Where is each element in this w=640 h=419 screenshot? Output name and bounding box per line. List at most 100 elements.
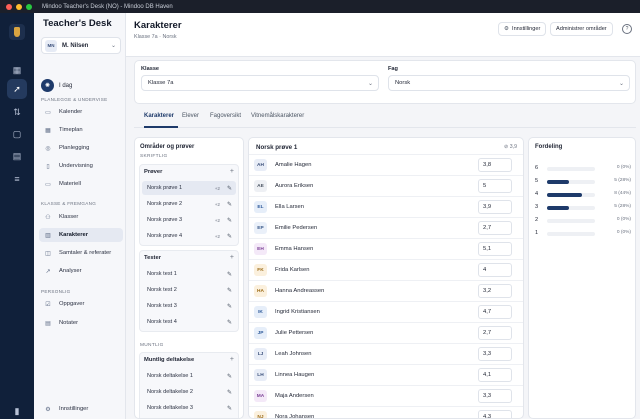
window-controls[interactable] bbox=[6, 3, 32, 10]
sidebar-item-kalender[interactable]: ▭ Kalender bbox=[39, 105, 123, 119]
chat-icon: ◫ bbox=[45, 250, 51, 257]
sliders-icon[interactable]: ≡ bbox=[7, 169, 27, 189]
tab-vitnemalskarakterer[interactable]: Vitnemålskarakterer bbox=[251, 113, 304, 119]
grade-input[interactable]: 3,3 bbox=[478, 347, 512, 361]
list-item[interactable]: Norsk prøve 4 +2 ✎ bbox=[142, 229, 236, 243]
page-title: Karakterer bbox=[134, 20, 182, 31]
grade-input[interactable]: 3,8 bbox=[478, 158, 512, 172]
sidebar-item-label: Undervisning bbox=[59, 163, 93, 169]
avatar: MN bbox=[45, 39, 57, 52]
edit-icon[interactable]: ✎ bbox=[227, 405, 232, 412]
sidebar-item-karakterer[interactable]: ▥ Karakterer bbox=[39, 228, 123, 242]
close-window-button[interactable] bbox=[6, 3, 12, 10]
list-item[interactable]: Norsk test 4 ✎ bbox=[142, 315, 236, 329]
sidebar-item-label: Karakterer bbox=[59, 232, 89, 238]
student-name: Frida Karlsen bbox=[275, 267, 310, 273]
icon-rail: ▦ ➚ ⇅ ▢ ▤ ≡ ▮ bbox=[0, 13, 34, 419]
list-item[interactable]: Norsk deltakelse 2 ✎ bbox=[142, 385, 236, 399]
list-item[interactable]: Norsk deltakelse 3 ✎ bbox=[142, 401, 236, 415]
today-link[interactable]: ✺ I dag bbox=[41, 79, 72, 92]
student-name: Julie Pettersen bbox=[275, 330, 314, 336]
sidebar-item-samtaler[interactable]: ◫ Samtaler & referater bbox=[39, 246, 123, 260]
sidebar-section-heading: PLANLEGGE & UNDERVISE bbox=[41, 97, 108, 102]
grade-input[interactable]: 3,3 bbox=[478, 389, 512, 403]
edit-icon[interactable]: ✎ bbox=[227, 389, 232, 396]
tab-karakterer[interactable]: Karakterer bbox=[144, 113, 174, 119]
distribution-row: 2 0 (0%) bbox=[535, 216, 631, 226]
list-item[interactable]: Norsk prøve 1 +2 ✎ bbox=[142, 181, 236, 195]
sidebar-item-settings[interactable]: ⚙ Innstillinger bbox=[39, 402, 123, 416]
grade-input[interactable]: 4,3 bbox=[478, 410, 512, 418]
edit-icon[interactable]: ✎ bbox=[227, 217, 232, 224]
user-switcher[interactable]: MN M. Nilsen ⌄ bbox=[41, 37, 121, 54]
tab-elever[interactable]: Elever bbox=[182, 113, 199, 119]
grade-input[interactable]: 5,1 bbox=[478, 242, 512, 256]
grade-input[interactable]: 3,9 bbox=[478, 200, 512, 214]
transfer-icon[interactable]: ⇅ bbox=[7, 102, 27, 122]
grade-input[interactable]: 4,1 bbox=[478, 368, 512, 382]
list-item[interactable]: Norsk test 2 ✎ bbox=[142, 283, 236, 297]
edit-icon[interactable]: ✎ bbox=[227, 201, 232, 208]
checklist-icon: ☑ bbox=[45, 301, 51, 308]
list-item[interactable]: Norsk deltakelse 1 ✎ bbox=[142, 369, 236, 383]
grades-title: Norsk prøve 1 bbox=[256, 144, 298, 151]
avatar: EL bbox=[254, 201, 267, 213]
edit-icon[interactable]: ✎ bbox=[227, 319, 232, 326]
distribution-bar bbox=[547, 206, 570, 210]
user-name: M. Nilsen bbox=[62, 42, 89, 49]
sidebar-section-heading: KLASSE & FREMGANG bbox=[41, 201, 97, 206]
settings-button[interactable]: ⚙ Innstillinger bbox=[498, 22, 547, 36]
minimize-window-button[interactable] bbox=[16, 3, 22, 10]
table-row: HA Hanna Andreassen 3,2 bbox=[249, 280, 523, 300]
sidebar-item-label: Oppgaver bbox=[59, 301, 85, 307]
average-value: 3,9 bbox=[509, 144, 517, 150]
grade-input[interactable]: 5 bbox=[478, 179, 512, 193]
window-titlebar: Mindoo Teacher's Desk (NO) - Mindoo DB H… bbox=[0, 0, 640, 13]
tab-fagoversikt[interactable]: Fagoversikt bbox=[210, 113, 241, 119]
edit-icon[interactable]: ✎ bbox=[227, 271, 232, 278]
sidebar-item-undervisning[interactable]: ▯ Undervisning bbox=[39, 159, 123, 173]
list-item[interactable]: Norsk prøve 3 +2 ✎ bbox=[142, 213, 236, 227]
edit-icon[interactable]: ✎ bbox=[227, 303, 232, 310]
folder-icon[interactable]: ▢ bbox=[7, 124, 27, 144]
sidebar-item-oppgaver[interactable]: ☑ Oppgaver bbox=[39, 297, 123, 311]
sidebar-item-analyser[interactable]: ↗ Analyser bbox=[39, 264, 123, 278]
add-icon[interactable]: + bbox=[230, 356, 234, 363]
sidebar-toggle-icon[interactable]: ▮ bbox=[7, 401, 27, 419]
distribution-bar-track bbox=[547, 206, 595, 210]
sidebar-item-materiell[interactable]: ▭ Materiell bbox=[39, 177, 123, 191]
distribution-bar-track bbox=[547, 232, 595, 236]
maximize-window-button[interactable] bbox=[26, 3, 32, 10]
grade-input[interactable]: 4,7 bbox=[478, 305, 512, 319]
add-icon[interactable]: + bbox=[230, 168, 234, 175]
grade-input[interactable]: 2,7 bbox=[478, 221, 512, 235]
add-icon[interactable]: + bbox=[230, 254, 234, 261]
class-select[interactable]: Klasse 7a ⌄ bbox=[141, 75, 379, 91]
distribution-grade: 1 bbox=[535, 230, 539, 236]
edit-icon[interactable]: ✎ bbox=[227, 287, 232, 294]
sidebar-item-planlegging[interactable]: ◎ Planlegging bbox=[39, 141, 123, 155]
list-item[interactable]: Norsk prøve 2 +2 ✎ bbox=[142, 197, 236, 211]
grade-input[interactable]: 2,7 bbox=[478, 326, 512, 340]
sidebar-item-klasser[interactable]: ⚇ Klasser bbox=[39, 210, 123, 224]
dashboard-icon[interactable]: ▦ bbox=[7, 60, 27, 80]
list-item[interactable]: Norsk test 3 ✎ bbox=[142, 299, 236, 313]
edit-icon[interactable]: ✎ bbox=[227, 233, 232, 240]
edit-icon[interactable]: ✎ bbox=[227, 373, 232, 380]
manage-areas-button[interactable]: Administrer områder bbox=[550, 22, 613, 36]
subject-select[interactable]: Norsk ⌄ bbox=[388, 75, 630, 91]
group-prover: Prøver + Norsk prøve 1 +2 ✎ Norsk prøve … bbox=[139, 164, 239, 246]
areas-panel: Områder og prøver SKRIFTLIG Prøver + Nor… bbox=[134, 137, 244, 419]
rocket-icon[interactable]: ➚ bbox=[7, 79, 27, 99]
distribution-grade: 3 bbox=[535, 204, 539, 210]
sidebar-item-label: Analyser bbox=[59, 268, 82, 274]
help-icon[interactable]: ? bbox=[622, 24, 632, 34]
group-heading: Prøver bbox=[144, 169, 163, 175]
list-item[interactable]: Norsk test 1 ✎ bbox=[142, 267, 236, 281]
sidebar-item-notater[interactable]: ▤ Notater bbox=[39, 316, 123, 330]
grade-input[interactable]: 4 bbox=[478, 263, 512, 277]
edit-icon[interactable]: ✎ bbox=[227, 185, 232, 192]
database-icon[interactable]: ▤ bbox=[7, 146, 27, 166]
grade-input[interactable]: 3,2 bbox=[478, 284, 512, 298]
sidebar-item-timeplan[interactable]: ▦ Timeplan bbox=[39, 123, 123, 137]
